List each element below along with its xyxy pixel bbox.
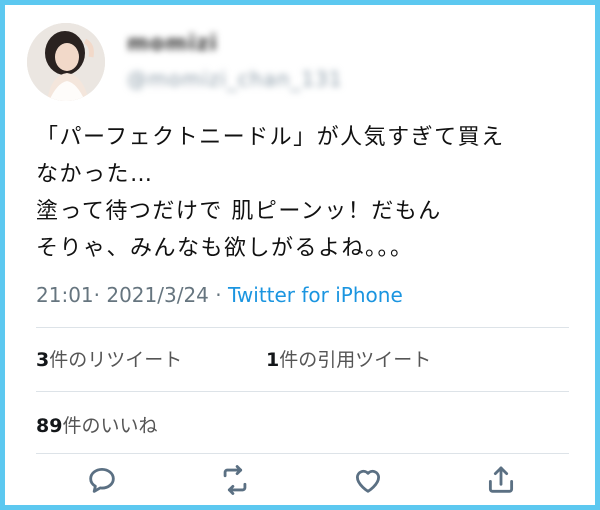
like-count: 89 xyxy=(36,415,63,437)
action-bar xyxy=(5,463,600,505)
tweet-source-link[interactable]: Twitter for iPhone xyxy=(228,283,403,307)
quote-count: 1 xyxy=(266,349,280,371)
divider xyxy=(36,327,569,328)
tweet-meta: 21:01· 2021/3/24 · Twitter for iPhone xyxy=(36,283,403,307)
share-button[interactable] xyxy=(484,463,524,503)
user-names: momizi @momizi_chan_131 xyxy=(127,31,343,91)
like-button[interactable] xyxy=(351,463,391,503)
quote-label: 件の引用ツイート xyxy=(279,349,432,371)
avatar-image xyxy=(27,23,105,101)
quote-count-link[interactable]: 1件の引用ツイート xyxy=(266,345,431,372)
tweet-header: momizi @momizi_chan_131 xyxy=(27,23,567,107)
retweet-icon xyxy=(223,465,247,495)
user-handle[interactable]: @momizi_chan_131 xyxy=(127,67,343,91)
avatar[interactable] xyxy=(27,23,105,101)
tweet-text-line: 塗って待つだけで 肌ピーンッ！だもん xyxy=(36,199,442,224)
reply-icon xyxy=(89,467,115,493)
tweet-text-line: そりゃ、みんなも欲しがるよね。。。 xyxy=(36,236,414,261)
like-icon xyxy=(355,469,381,493)
display-name[interactable]: momizi xyxy=(127,31,343,55)
like-label: 件のいいね xyxy=(62,415,158,437)
tweet-text-line: なかった… xyxy=(36,162,154,187)
tweet-card-frame: momizi @momizi_chan_131 「パーフェクトニードル」が人気す… xyxy=(0,0,600,510)
retweet-label: 件のリツイート xyxy=(49,349,183,371)
share-icon xyxy=(488,466,514,493)
likes-stat[interactable]: 89件のいいね xyxy=(36,411,157,438)
tweet-date[interactable]: 2021/3/24 xyxy=(106,283,209,307)
tweet-text: 「パーフェクトニードル」が人気すぎて買え なかった… 塗って待つだけで 肌ピーン… xyxy=(36,119,576,267)
divider xyxy=(36,453,569,454)
meta-separator: · xyxy=(93,283,100,307)
retweet-button[interactable] xyxy=(218,463,258,503)
tweet-text-line: 「パーフェクトニードル」が人気すぎて買え xyxy=(36,125,505,150)
retweet-count-link[interactable]: 3件のリツイート xyxy=(36,349,182,371)
tweet-time[interactable]: 21:01 xyxy=(36,283,94,307)
reply-button[interactable] xyxy=(85,463,125,503)
retweet-count: 3 xyxy=(36,349,50,371)
meta-separator: · xyxy=(215,283,222,307)
engagement-stats: 3件のリツイート 1件の引用ツイート xyxy=(36,345,431,372)
divider xyxy=(36,391,569,392)
